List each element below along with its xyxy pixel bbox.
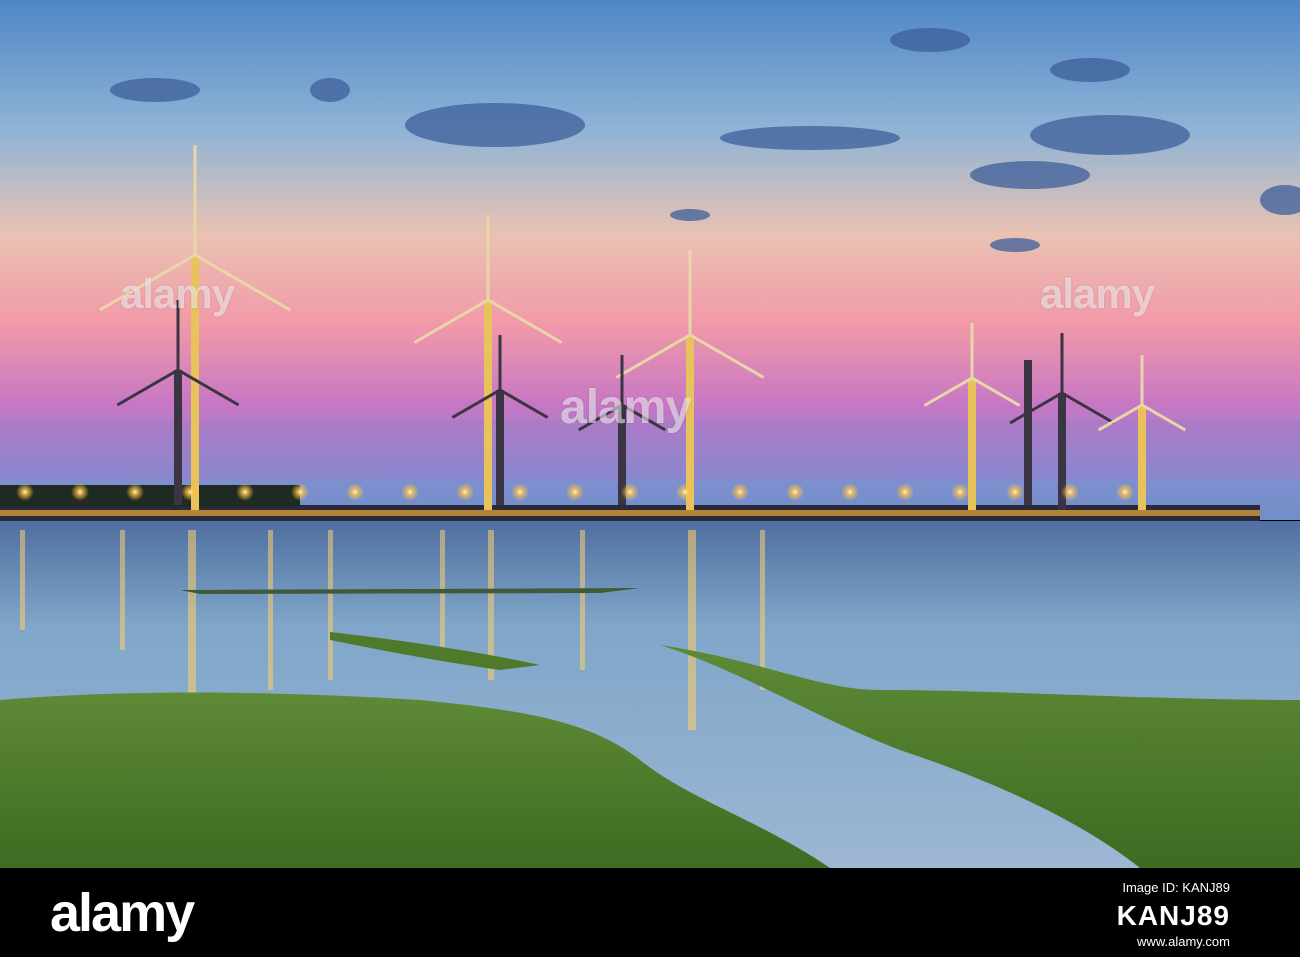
street-light: [401, 483, 419, 501]
turbine-tower: [1024, 360, 1032, 505]
turbine-tower: [174, 370, 182, 505]
street-light: [676, 483, 694, 501]
turbine-tower: [968, 378, 976, 510]
street-light: [621, 483, 639, 501]
street-light: [126, 483, 144, 501]
street-light: [731, 483, 749, 501]
street-light: [71, 483, 89, 501]
image-id: KANJ89: [1116, 900, 1230, 931]
street-light: [786, 483, 804, 501]
alamy-logo: alamy: [50, 883, 195, 943]
street-light: [16, 483, 34, 501]
stock-photo-frame: alamy alamy alamy alamy Image ID: KANJ89…: [0, 0, 1300, 957]
street-light: [456, 483, 474, 501]
footer-bar: alamy Image ID: KANJ89 KANJ89 www.alamy.…: [0, 868, 1300, 957]
site-url: www.alamy.com: [1137, 934, 1230, 949]
street-light: [1061, 483, 1079, 501]
street-light: [1116, 483, 1134, 501]
street-light: [236, 483, 254, 501]
street-light: [511, 483, 529, 501]
street-light: [1006, 483, 1024, 501]
wind-farm-photo: alamy alamy alamy: [0, 0, 1300, 868]
street-light: [181, 483, 199, 501]
image-id-label: Image ID: KANJ89: [1122, 880, 1230, 895]
street-lights: [16, 483, 1134, 501]
street-light: [346, 483, 364, 501]
turbine-tower: [484, 300, 492, 510]
turbine-tower: [496, 390, 504, 505]
street-light: [951, 483, 969, 501]
street-light: [291, 483, 309, 501]
street-light: [566, 483, 584, 501]
street-light: [841, 483, 859, 501]
turbine-tower: [1138, 405, 1146, 510]
photo-scene: [0, 0, 1300, 868]
street-light: [896, 483, 914, 501]
